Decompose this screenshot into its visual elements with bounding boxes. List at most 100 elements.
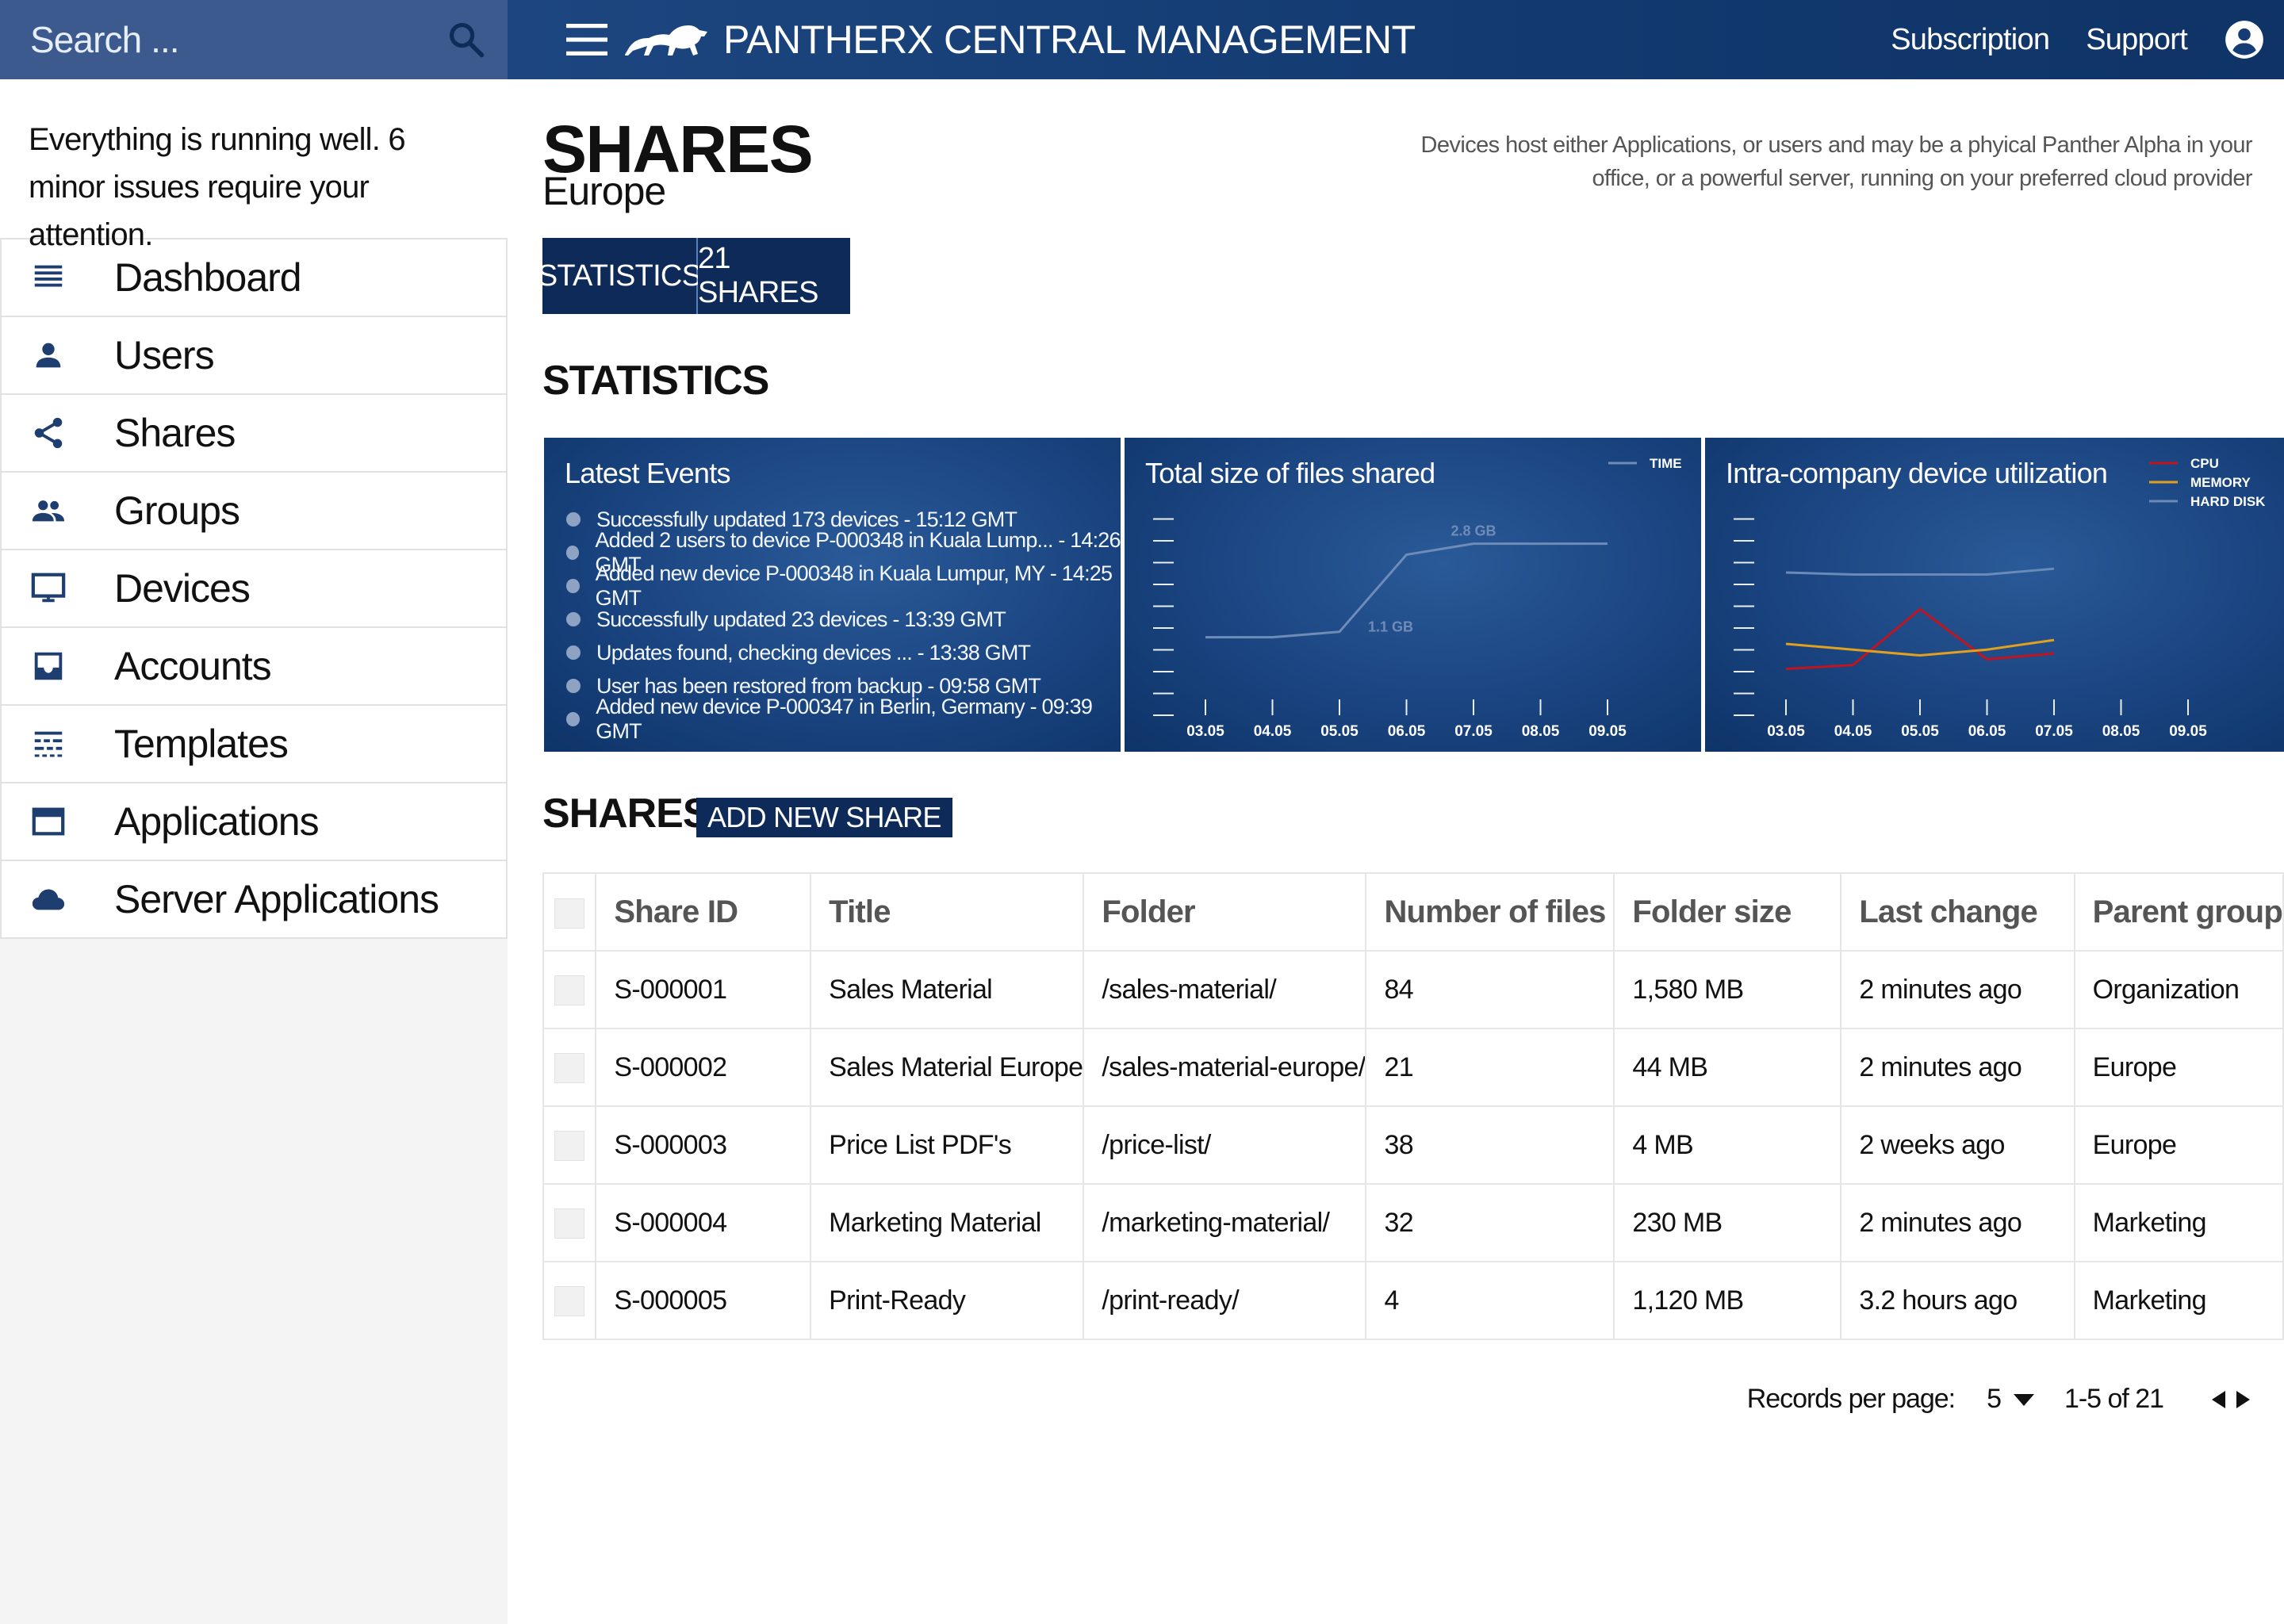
series-line-memory [1785, 638, 2055, 657]
dashboard-icon [34, 265, 63, 287]
cell-share-id: S-000004 [595, 1183, 812, 1262]
subscription-link[interactable]: Subscription [1891, 23, 2050, 57]
row-select-cell [542, 950, 597, 1029]
device-utilization-chart: 03.05 04.05 05.05 06.05 07.05 08.05 09.05 CPU ME… [1734, 456, 2266, 740]
caret-down-icon[interactable] [2012, 1392, 2036, 1408]
select-all-checkbox[interactable] [554, 898, 585, 929]
next-page-icon[interactable] [2235, 1389, 2252, 1410]
cell-title: Print-Ready [810, 1261, 1085, 1340]
sidebar-item-shares[interactable]: Shares [0, 395, 508, 473]
x-tick-label: 08.05 [2102, 723, 2140, 740]
tab-statistics[interactable]: STATISTICS [538, 238, 702, 314]
events-list: Successfully updated 173 devices - 15:12… [565, 503, 1121, 743]
groups-icon [32, 500, 65, 522]
page-subtitle: Europe [542, 169, 666, 213]
column-header-parent-group[interactable]: Parent group [2073, 872, 2284, 952]
row-checkbox[interactable] [554, 975, 585, 1005]
cell-folder-size: 4 MB [1613, 1105, 1842, 1185]
share-icon [34, 417, 63, 449]
event-text: Added new device P-000347 in Berlin, Ger… [596, 695, 1093, 743]
event-item: Added new device P-000347 in Berlin, Ger… [565, 695, 1121, 743]
x-tick-label: 05.05 [1901, 723, 1939, 740]
sidebar-item-label: Templates [114, 722, 289, 766]
table-row[interactable]: S-000003 Price List PDF's /price-list/ 3… [542, 1105, 2284, 1185]
sidebar-item-devices[interactable]: Devices [0, 550, 508, 628]
cell-folder-size: 44 MB [1613, 1028, 1842, 1107]
shares-heading: SHARES [542, 791, 711, 837]
table-row[interactable]: S-000001 Sales Material /sales-material/… [542, 950, 2284, 1029]
cell-title: Price List PDF's [810, 1105, 1085, 1185]
cell-folder: /sales-material/ [1083, 950, 1367, 1029]
sidebar-item-label: Groups [114, 488, 240, 533]
tab-shares[interactable]: 21 SHARES [698, 238, 850, 314]
tab-bar: STATISTICS 21 SHARES [538, 238, 850, 314]
status-message: Everything is running well. 6 minor issu… [29, 122, 406, 252]
total-size-chart-card: Total size of files shared 03.05 04.05 05.… [1125, 438, 1701, 752]
legend-label: CPU [2190, 456, 2219, 471]
row-select-cell [542, 1028, 597, 1107]
cell-folder: /sales-material-europe/ [1083, 1028, 1367, 1107]
cell-share-id: S-000005 [595, 1261, 812, 1340]
table-header-row: Share ID Title Folder Number of files Fo… [542, 872, 2284, 952]
monitor-icon [31, 573, 66, 603]
sidebar: Everything is running well. 6 minor issu… [0, 79, 508, 1624]
records-per-page-label: Records per page: [1746, 1384, 1956, 1414]
template-icon [34, 731, 63, 757]
column-header-folder-size[interactable]: Folder size [1613, 872, 1842, 952]
x-tick-label: 06.05 [1968, 723, 2006, 740]
search-icon[interactable] [446, 19, 487, 60]
x-tick-label: 04.05 [1254, 723, 1292, 740]
account-circle-icon[interactable] [2224, 19, 2265, 60]
records-per-page-select[interactable]: 5 [1987, 1384, 2002, 1415]
previous-page-icon[interactable] [2209, 1389, 2227, 1410]
series-line-hard-disk [1785, 567, 2055, 576]
table-row[interactable]: S-000005 Print-Ready /print-ready/ 4 1,1… [542, 1261, 2284, 1340]
row-checkbox[interactable] [554, 1053, 585, 1083]
cell-parent-group: Organization [2073, 950, 2284, 1029]
x-tick-label: 05.05 [1320, 723, 1359, 740]
search-input[interactable] [29, 15, 428, 64]
column-header-title[interactable]: Title [810, 872, 1085, 952]
cell-folder-size: 1,580 MB [1613, 950, 1842, 1029]
bullet-icon [566, 512, 581, 527]
x-tick-label: 08.05 [1522, 723, 1560, 740]
sidebar-item-templates[interactable]: Templates [0, 706, 508, 783]
table-row[interactable]: S-000002 Sales Material Europe /sales-ma… [542, 1028, 2284, 1107]
sidebar-item-label: Shares [114, 411, 236, 455]
cloud-icon [32, 889, 65, 910]
inbox-icon [34, 652, 63, 680]
x-tick-label: 03.05 [1767, 723, 1805, 740]
row-checkbox[interactable] [554, 1131, 585, 1161]
sidebar-item-groups[interactable]: Groups [0, 473, 508, 550]
row-checkbox[interactable] [554, 1286, 585, 1316]
sidebar-item-label: Devices [114, 566, 251, 611]
sidebar-item-label: Users [114, 333, 215, 377]
cell-number-of-files: 84 [1365, 950, 1615, 1029]
sidebar-item-server-applications[interactable]: Server Applications [0, 861, 508, 939]
sidebar-item-users[interactable]: Users [0, 317, 508, 395]
add-new-share-button[interactable]: ADD NEW SHARE [696, 798, 952, 837]
row-select-cell [542, 1261, 597, 1340]
row-checkbox[interactable] [554, 1208, 585, 1239]
data-label: 1.1 GB [1368, 619, 1413, 635]
event-text: Updates found, checking devices ... - 13… [596, 640, 1031, 665]
table-row[interactable]: S-000004 Marketing Material /marketing-m… [542, 1183, 2284, 1262]
panther-logo-icon [625, 25, 707, 56]
bullet-icon [566, 546, 580, 560]
column-header-number-of-files[interactable]: Number of files [1365, 872, 1615, 952]
cell-title: Sales Material [810, 950, 1085, 1029]
sidebar-item-applications[interactable]: Applications [0, 783, 508, 861]
latest-events-card: Latest Events Successfully updated 173 d… [544, 438, 1121, 752]
column-header-last-change[interactable]: Last change [1840, 872, 2075, 952]
hamburger-menu-icon[interactable] [566, 22, 607, 57]
column-header-folder[interactable]: Folder [1083, 872, 1367, 952]
x-tick-label: 03.05 [1186, 723, 1224, 740]
event-text: Added new device P-000348 in Kuala Lumpu… [595, 561, 1113, 610]
column-header-share-id[interactable]: Share ID [595, 872, 812, 952]
app-title: PANTHERX CENTRAL MANAGEMENT [723, 17, 1416, 62]
cell-last-change: 2 weeks ago [1840, 1105, 2075, 1185]
sidebar-item-label: Dashboard [114, 255, 302, 300]
support-link[interactable]: Support [2086, 23, 2188, 57]
sidebar-item-accounts[interactable]: Accounts [0, 628, 508, 706]
cell-parent-group: Marketing [2073, 1183, 2284, 1262]
